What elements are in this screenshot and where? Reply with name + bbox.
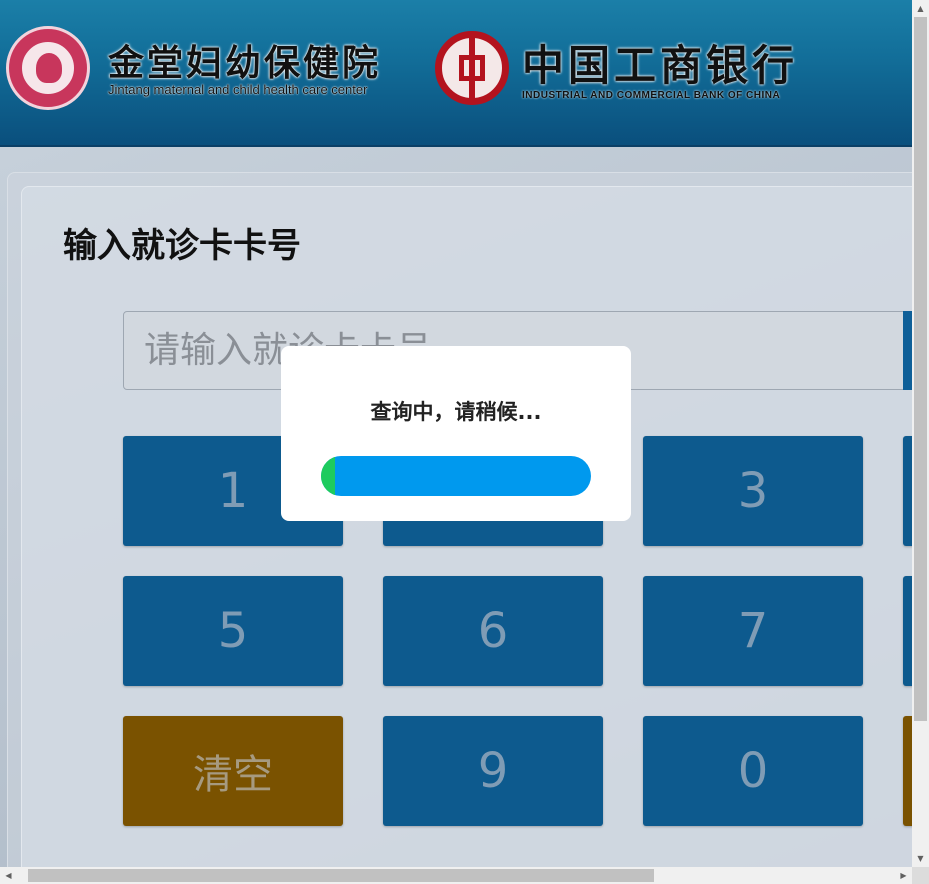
scroll-up-arrow-icon[interactable]: ▲ (912, 0, 929, 17)
scrollbar-corner (912, 867, 929, 884)
vertical-scroll-thumb[interactable] (914, 17, 927, 721)
horizontal-scrollbar[interactable]: ◀ ▶ (0, 867, 929, 884)
scroll-down-arrow-icon[interactable]: ▼ (912, 850, 929, 867)
horizontal-scroll-thumb[interactable] (28, 869, 654, 882)
scroll-left-arrow-icon[interactable]: ◀ (0, 867, 17, 884)
progress-bar (321, 456, 591, 496)
progress-fill (321, 456, 335, 496)
scroll-right-arrow-icon[interactable]: ▶ (895, 867, 912, 884)
app-viewport: 金堂妇幼保健院 Jintang maternal and child healt… (0, 0, 912, 867)
vertical-scrollbar[interactable]: ▲ ▼ (912, 0, 929, 867)
loading-message: 查询中，请稍候... (370, 400, 542, 424)
loading-modal: 查询中，请稍候... (281, 346, 631, 521)
